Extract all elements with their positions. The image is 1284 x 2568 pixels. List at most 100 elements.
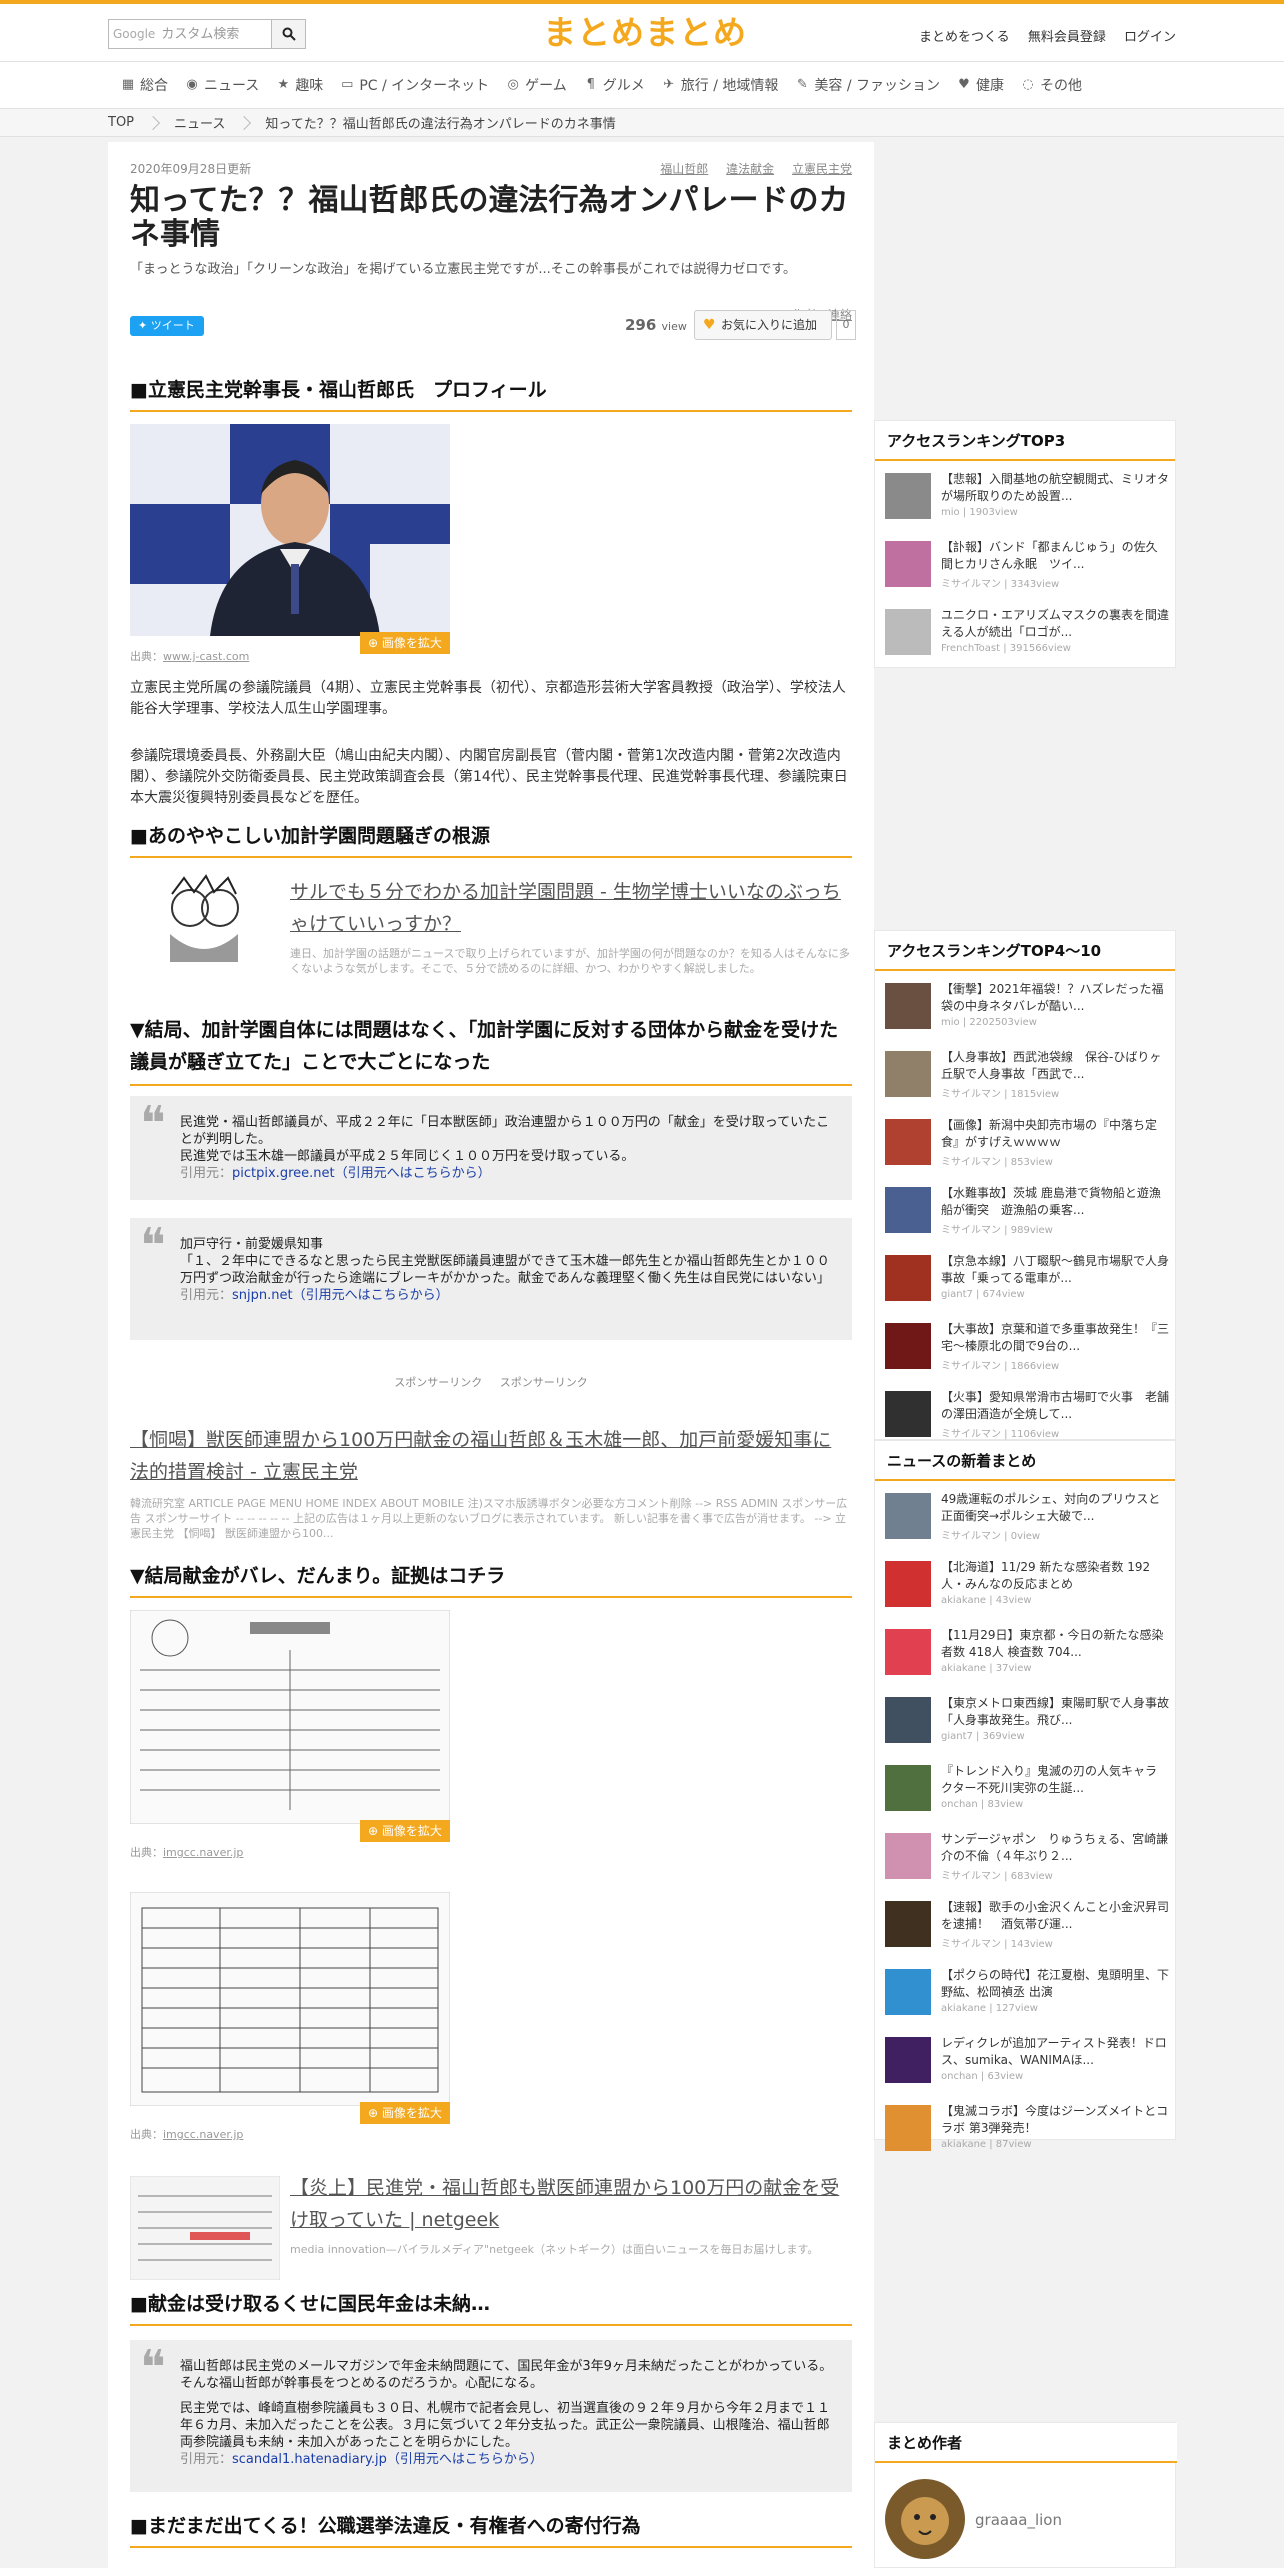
zoom-icon: ⊕ [368,2106,382,2120]
sidebar-article-item[interactable]: サンデージャポン りゅうちぇる、宮崎謙介の不倫（４年ぶり２... ミサイルマン |… [885,1829,1170,1887]
logo-text: まとめまとめ [543,13,747,52]
quote-line: 福山哲郎は民主党のメールマガジンで年金未納問題にて、国民年金が3年9ヶ月未納だっ… [180,2359,833,2391]
sidebar-article-item[interactable]: 【京急本線】八丁畷駅〜鶴見市場駅で人身事故「乗ってる電車が... giant7 |… [885,1251,1170,1309]
source-link[interactable]: imgcc.naver.jp [163,1846,243,1859]
cite-link[interactable]: scandal1.hatenadiary.jp（引用元へはこちらから） [232,2452,543,2467]
tag-link[interactable]: 立憲民主党 [792,162,852,176]
nav-item[interactable]: ✎ 美容 / ファッション [794,75,940,95]
tag-link[interactable]: 福山哲郎 [660,162,708,176]
sidebar-article-item[interactable]: 【衝撃】2021年福袋！？ハズレだった福袋の中身ネタバレが酷い... mio | … [885,979,1170,1037]
sidebar-article-item[interactable]: 【速報】歌手の小金沢くんこと小金沢昇司を逮捕！ 酒気帯び運... ミサイルマン |… [885,1897,1170,1955]
link-card-title[interactable]: サルでも５分でわかる加計学園問題 - 生物学博士いいなのぶっちゃけていいっすか？ [290,876,850,940]
article-thumbnail [885,2037,931,2083]
expand-image-button[interactable]: ⊕ 画像を拡大 [360,1820,450,1842]
sidebar-article-meta: ミサイルマン | 143view [941,1939,1053,1950]
sidebar-article-item[interactable]: 【大事故】京葉和道で多重事故発生！『三宅〜榛原北の間で9台の... ミサイルマン … [885,1319,1170,1377]
article-meta: 2020年09月28日更新 福山哲郎 違法献金 立憲民主党 作者へ連絡 [130,160,852,322]
quote-line: 民進党・福山哲郎議員が、平成２２年に「日本獣医師」政治連盟から１００万円の「献金… [180,1115,830,1147]
create-matome-link[interactable]: まとめをつくる [919,30,1010,45]
source-link[interactable]: www.j-cast.com [163,650,249,663]
nav-item[interactable]: ¶ グルメ [583,75,645,95]
nav-item[interactable]: ◌ その他 [1020,75,1082,95]
section-heading: ■立憲民主党幹事長・福山哲郎氏 プロフィール [130,376,852,412]
profile-photo[interactable] [130,424,450,636]
article-thumbnail [885,541,931,587]
breadcrumb-top[interactable]: TOP [108,115,134,130]
sidebar-article-item[interactable]: 【火事】愛知県常滑市古場町で火事 老舗の澤田酒造が全焼して... ミサイルマン |… [885,1387,1170,1445]
document-image[interactable] [129,1609,451,1825]
sidebar-article-item[interactable]: 【11月29日】東京都・今日の新たな感染者数 418人 検査数 704... ak… [885,1625,1170,1683]
quote-cite: 引用元：scandal1.hatenadiary.jp（引用元へはこちらから） [180,2451,840,2468]
search-box: Google カスタム検索 [108,19,306,49]
ranking-top3-box: アクセスランキングTOP3 【悲報】入間基地の航空観閲式、ミリオタが場所取りのた… [874,420,1176,668]
source-prefix: 出典： [130,2128,163,2141]
author-avatar[interactable] [885,2479,965,2559]
sidebar-article-item[interactable]: 『トレンド入り』鬼滅の刃の人気キャラクター不死川実弥の生誕... onchan |… [885,1761,1170,1819]
sidebar-article-meta: ミサイルマン | 0view [941,1531,1041,1542]
link-card-thumbnail[interactable] [164,874,244,962]
sidebar-article-title: 【京急本線】八丁畷駅〜鶴見市場駅で人身事故「乗ってる電車が... [941,1254,1170,1285]
tag-link[interactable]: 違法献金 [726,162,774,176]
expand-image-button[interactable]: ⊕ 画像を拡大 [360,632,450,654]
link-card-description: 韓流研究室 ARTICLE PAGE MENU HOME INDEX ABOUT… [130,1497,848,1540]
link-card-thumbnail[interactable] [129,2175,281,2281]
nav-item-label: 趣味 [295,78,324,94]
sidebar-article-item[interactable]: 【鬼滅コラボ】今度はジーンズメイトとコラボ 第3弾発売！ akiakane | 8… [885,2101,1170,2159]
article-thumbnail [885,1187,931,1233]
sidebar-article-item[interactable]: 【訃報】バンド「都まんじゅう」の佐久間ヒカリさん永眠 ツイ... ミサイルマン |… [885,537,1170,595]
source-prefix: 出典： [130,650,163,663]
sidebar-article-item[interactable]: 【北海道】11/29 新たな感染者数 192人・みんなの反応まとめ akiakan… [885,1557,1170,1615]
nav-item-label: その他 [1040,78,1082,94]
author-name[interactable]: graaaa_lion [975,2511,1062,2529]
sidebar-article-item[interactable]: 【画像】新潟中央卸売市場の『中落ち定食』がすげえｗｗｗｗ ミサイルマン | 853… [885,1115,1170,1173]
cite-link[interactable]: pictpix.gree.net（引用元へはこちらから） [232,1166,491,1181]
sidebar-article-title: 『トレンド入り』鬼滅の刃の人気キャラクター不死川実弥の生誕... [941,1764,1158,1795]
nav-item[interactable]: ▦ 総合 [120,75,168,95]
sidebar-article-item[interactable]: 【水難事故】茨城 鹿島港で貨物船と遊漁船が衝突 遊漁船の乗客... ミサイルマン … [885,1183,1170,1241]
site-logo[interactable]: まとめまとめ [515,12,775,54]
sidebar-article-meta: akiakane | 43view [941,1595,1032,1606]
login-link[interactable]: ログイン [1124,30,1176,45]
sidebar-article-item[interactable]: 【悲報】入間基地の航空観閲式、ミリオタが場所取りのため設置... mio | 19… [885,469,1170,527]
tweet-button[interactable]: ✦ ツイート [130,316,204,336]
search-button[interactable] [271,20,305,48]
cite-link[interactable]: snjpn.net（引用元へはこちらから） [232,1288,449,1303]
expand-image-button[interactable]: ⊕ 画像を拡大 [360,2102,450,2124]
nav-item-label: ニュース [204,78,260,94]
grid-icon: ▦ [121,77,135,92]
sidebar-article-item[interactable]: 【ポクらの時代】花江夏樹、鬼頭明里、下野紘、松岡禎丞 出演 akiakane | … [885,1965,1170,2023]
article-thumbnail [885,2105,931,2151]
document-image[interactable] [129,1891,451,2107]
nav-item[interactable]: ▭ PC / インターネット [339,75,489,95]
sidebar-article-title: サンデージャポン りゅうちぇる、宮崎謙介の不倫（４年ぶり２... [941,1832,1169,1863]
link-card-title[interactable]: 【恫喝】獣医師連盟から100万円献金の福山哲郎＆玉木雄一郎、加戸前愛媛知事に法的… [130,1424,850,1488]
career-paragraph: 参議院環境委員長、外務副大臣（鳩山由紀夫内閣）、内閣官房副長官（菅内閣・菅第1次… [130,748,848,806]
sidebar-article-item[interactable]: 【人身事故】西武池袋線 保谷-ひばりヶ丘駅で人身事故「西武で... ミサイルマン … [885,1047,1170,1105]
section-heading: ■あのややこしい加計学園問題騒ぎの根源 [130,822,852,858]
nav-item[interactable]: ◉ ニュース [184,75,259,95]
link-card-title[interactable]: 【炎上】民進党・福山哲郎も獣医師連盟から100万円の献金を受け取っていた | n… [290,2172,850,2236]
sidebar-article-item[interactable]: レディクレが追加アーティスト発表！ドロス、sumika、WANIMAほ... on… [885,2033,1170,2091]
nav-item[interactable]: ✈ 旅行 / 地域情報 [661,75,778,95]
nav-item[interactable]: ★ 趣味 [275,75,323,95]
sidebar-article-item[interactable]: 49歳運転のポルシェ、対向のプリウスと正面衝突→ポルシェ大破で... ミサイルマン… [885,1489,1170,1547]
breadcrumb-news[interactable]: ニュース [174,113,225,132]
sidebar-article-item[interactable]: ユニクロ・エアリズムマスクの裏表を間違える人が続出「ロゴが... FrenchTo… [885,605,1170,663]
article-thumbnail [885,1493,931,1539]
source-link[interactable]: imgcc.naver.jp [163,2128,243,2141]
register-link[interactable]: 無料会員登録 [1028,30,1106,45]
quote-line: 「１、２年中にできるなと思ったら民主党獣医師議員連盟ができて玉木雄一郎先生とか福… [180,1254,830,1286]
section-heading: ■献金は受け取るくせに国民年金は未納… [130,2290,852,2326]
search-input[interactable]: Google カスタム検索 [109,20,271,48]
quote-text: 民進党・福山哲郎議員が、平成２２年に「日本獣医師」政治連盟から１００万円の「献金… [180,1114,840,1182]
author-box-title: まとめ作者 [875,2423,1177,2463]
nav-item[interactable]: ♥ 健康 [956,75,1004,95]
sidebar-article-title: 【火事】愛知県常滑市古場町で火事 老舗の澤田酒造が全焼して... [941,1390,1170,1421]
sidebar-article-item[interactable]: 【東京メトロ東西線】東陽町駅で人身事故「人身事故発生。飛び... giant7 |… [885,1693,1170,1751]
monitor-icon: ▭ [341,77,354,92]
article-thumbnail [885,1391,931,1437]
nav-item[interactable]: ◎ ゲーム [505,75,566,95]
sidebar-article-title: 【悲報】入間基地の航空観閲式、ミリオタが場所取りのため設置... [941,472,1170,503]
brush-icon: ✎ [796,77,808,92]
add-favorite-button[interactable]: ♥ お気に入りに追加 [694,310,832,340]
